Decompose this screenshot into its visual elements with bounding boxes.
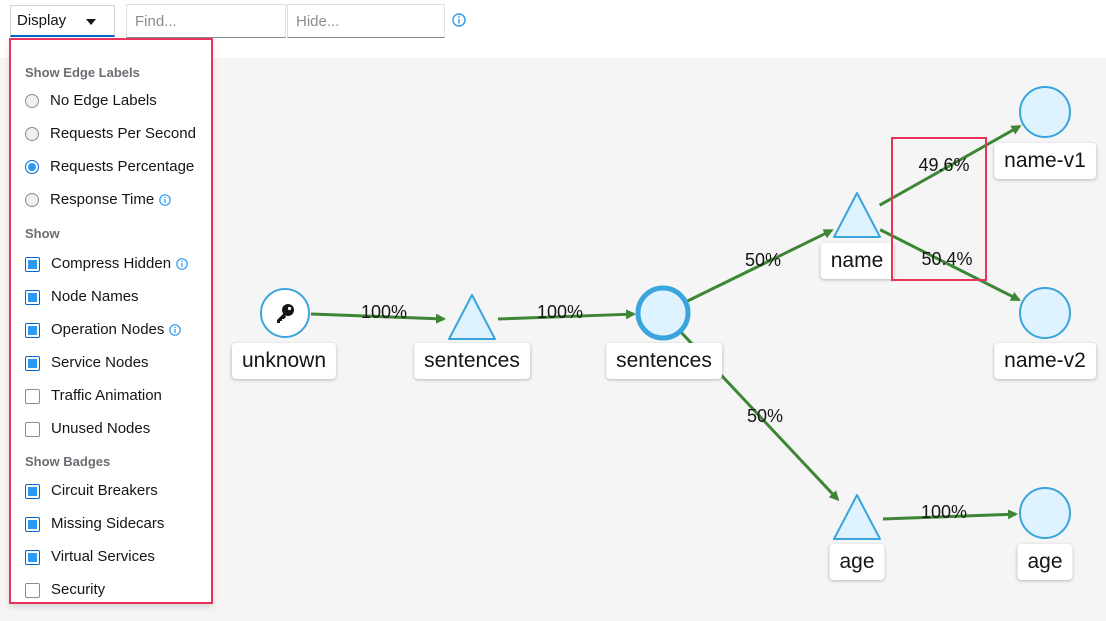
node-unknown[interactable]: [260, 288, 310, 338]
checkbox[interactable]: [25, 582, 40, 598]
radio-button[interactable]: [25, 193, 39, 207]
node-name-v1[interactable]: [1019, 86, 1071, 138]
checkbox-option-node-names[interactable]: Node Names: [25, 285, 139, 309]
caret-down-icon: [86, 19, 96, 25]
edge-label: 50%: [746, 406, 784, 426]
checkbox-option-security[interactable]: Security: [25, 578, 105, 602]
option-label: Requests Percentage: [50, 158, 195, 175]
checkbox[interactable]: [25, 421, 40, 437]
radio-option-no-edge-labels[interactable]: No Edge Labels: [25, 89, 157, 113]
node-name-app[interactable]: [833, 192, 881, 238]
info-icon[interactable]: [176, 258, 188, 270]
info-icon[interactable]: [169, 324, 182, 336]
checkbox-option-circuit-breakers[interactable]: Circuit Breakers: [25, 479, 158, 503]
option-label: Security: [51, 581, 106, 598]
checkbox-option-unused-nodes[interactable]: Unused Nodes: [25, 417, 150, 441]
display-label: Display: [17, 12, 67, 29]
node-label-sentences-app[interactable]: sentences: [414, 343, 530, 379]
info-icon[interactable]: [159, 194, 172, 206]
checkbox-option-operation-nodes[interactable]: Operation Nodes: [25, 318, 182, 342]
radio-option-requests-per-second[interactable]: Requests Per Second: [25, 122, 196, 146]
option-label: Node Names: [51, 288, 139, 305]
node-label-name-app[interactable]: name: [820, 243, 894, 279]
option-label: Unused Nodes: [51, 420, 151, 437]
node-label-sentences-svc[interactable]: sentences: [606, 343, 722, 379]
checkbox[interactable]: [25, 388, 40, 404]
checkbox-option-virtual-services[interactable]: Virtual Services: [25, 545, 155, 569]
node-age-svc[interactable]: [1019, 487, 1071, 539]
node-label-name-v1[interactable]: name-v1: [994, 143, 1096, 179]
display-dropdown-button[interactable]: Display: [10, 5, 115, 37]
checkbox[interactable]: [25, 289, 40, 305]
checkbox-option-compress-hidden[interactable]: Compress Hidden: [25, 252, 188, 276]
radio-option-requests-percentage[interactable]: Requests Percentage: [25, 155, 194, 179]
edge-label: 100%: [360, 302, 408, 322]
checkbox[interactable]: [25, 355, 40, 371]
hide-input[interactable]: [287, 4, 445, 38]
option-label: Operation Nodes: [51, 321, 165, 338]
node-sentences-app[interactable]: [448, 294, 496, 340]
find-input[interactable]: [126, 4, 286, 38]
checkbox[interactable]: [25, 516, 40, 532]
option-label: Compress Hidden: [51, 255, 172, 272]
option-label: Service Nodes: [51, 354, 149, 371]
node-label-age-app[interactable]: age: [829, 544, 885, 580]
checkbox-option-traffic-animation[interactable]: Traffic Animation: [25, 384, 162, 408]
radio-option-response-time[interactable]: Response Time: [25, 188, 172, 212]
checkbox-option-missing-sidecars[interactable]: Missing Sidecars: [25, 512, 164, 536]
node-sentences-svc[interactable]: [635, 285, 691, 341]
checkbox-option-service-nodes[interactable]: Service Nodes: [25, 351, 149, 375]
edge-label: 100%: [920, 502, 968, 522]
checkbox[interactable]: [25, 549, 40, 565]
show-heading: Show: [25, 226, 60, 241]
node-label-unknown[interactable]: unknown: [231, 343, 337, 379]
badges-heading: Show Badges: [25, 454, 111, 469]
radio-button[interactable]: [25, 160, 39, 174]
checkbox[interactable]: [25, 322, 40, 338]
edge-labels-heading: Show Edge Labels: [25, 65, 140, 80]
node-label-name-v2[interactable]: name-v2: [994, 343, 1096, 379]
node-name-v2[interactable]: [1019, 287, 1071, 339]
edge-label: 50%: [744, 250, 782, 270]
option-label: Response Time: [50, 191, 155, 208]
display-menu: Show Edge Labels No Edge Labels Requests …: [9, 38, 213, 604]
option-label: Missing Sidecars: [51, 515, 165, 532]
radio-button[interactable]: [25, 127, 39, 141]
radio-button[interactable]: [25, 94, 39, 108]
option-label: Requests Per Second: [50, 125, 196, 142]
checkbox[interactable]: [25, 256, 40, 272]
option-label: Circuit Breakers: [51, 482, 158, 499]
option-label: No Edge Labels: [50, 92, 157, 109]
highlight-annotation-box: [891, 137, 987, 281]
checkbox[interactable]: [25, 483, 40, 499]
option-label: Virtual Services: [51, 548, 155, 565]
info-icon[interactable]: [452, 13, 466, 27]
node-label-age-svc[interactable]: age: [1017, 544, 1073, 580]
option-label: Traffic Animation: [51, 387, 162, 404]
edge-label: 100%: [536, 302, 584, 322]
node-age-app[interactable]: [833, 494, 881, 540]
